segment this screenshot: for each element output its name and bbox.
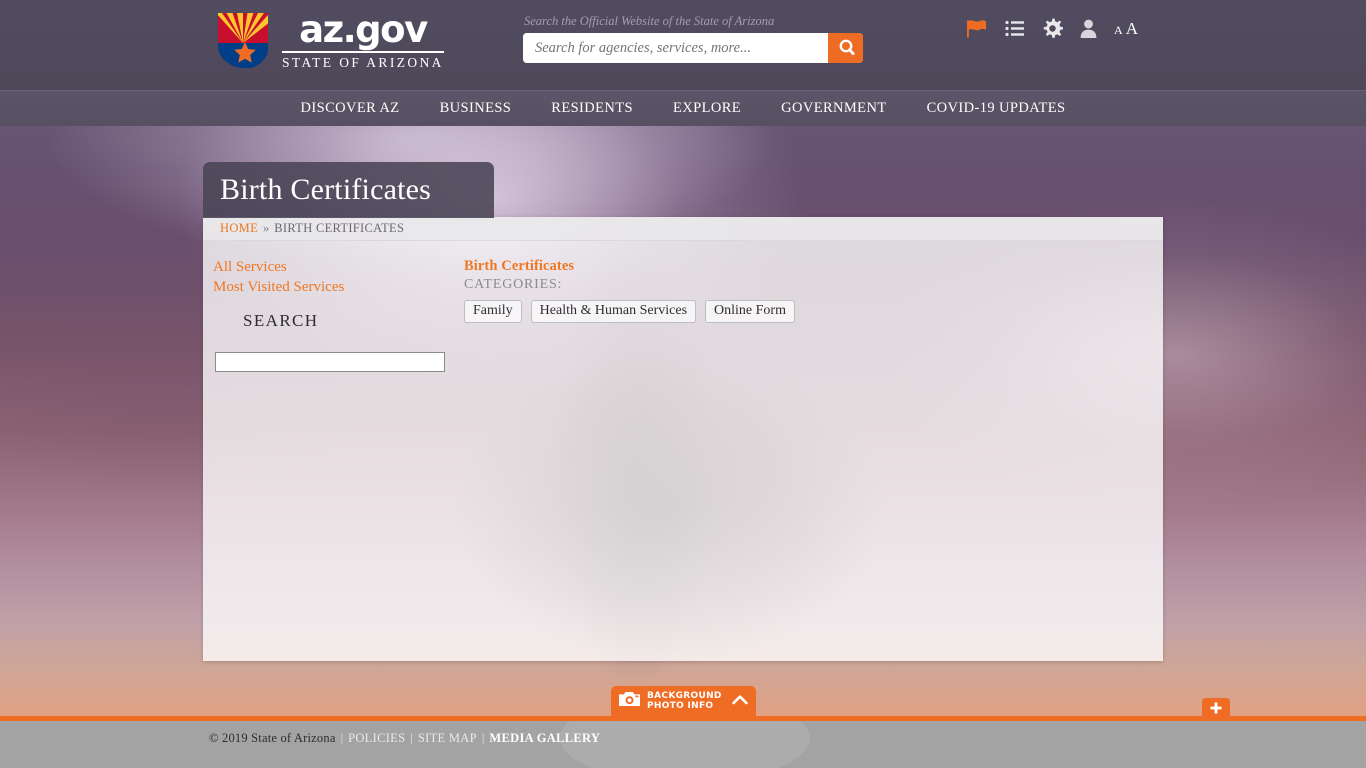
- nav-item-business[interactable]: BUSINESS: [420, 100, 532, 117]
- background-photo-info-line2: PHOTO INFO: [647, 701, 714, 711]
- footer-separator: |: [410, 731, 413, 745]
- content-panel: HOME » BIRTH CERTIFICATES All Services M…: [203, 217, 1163, 661]
- list-icon[interactable]: [1005, 20, 1025, 37]
- search-icon: [835, 37, 855, 60]
- header-search: Search the Official Website of the State…: [523, 14, 863, 63]
- page-title: Birth Certificates: [220, 173, 432, 206]
- site-logo[interactable]: az.gov STATE OF ARIZONA: [213, 9, 444, 71]
- header-utility-icons: A A: [966, 18, 1138, 39]
- footer-link-policies[interactable]: POLICIES: [348, 731, 405, 746]
- breadcrumb: HOME » BIRTH CERTIFICATES: [203, 217, 1163, 241]
- user-icon[interactable]: [1080, 19, 1097, 38]
- search-submit-button[interactable]: [828, 33, 863, 63]
- main-navigation: DISCOVER AZ BUSINESS RESIDENTS EXPLORE G…: [0, 90, 1366, 126]
- breadcrumb-separator: »: [263, 221, 270, 235]
- sidebar-item-all-services[interactable]: All Services: [212, 257, 463, 277]
- text-size-control[interactable]: A A: [1114, 19, 1138, 39]
- background-photo-info-label: BACKGROUND PHOTO INFO: [647, 691, 725, 712]
- nav-item-residents[interactable]: RESIDENTS: [531, 100, 653, 117]
- footer-link-site-map[interactable]: SITE MAP: [418, 731, 477, 746]
- chevron-up-icon[interactable]: [732, 692, 748, 710]
- breadcrumb-current: BIRTH CERTIFICATES: [274, 221, 405, 235]
- arizona-flag-icon: [213, 9, 273, 71]
- nav-item-covid-19-updates[interactable]: COVID-19 UPDATES: [907, 100, 1086, 117]
- gear-icon[interactable]: [1042, 18, 1064, 39]
- search-input[interactable]: [523, 33, 828, 63]
- nav-item-discover-az[interactable]: DISCOVER AZ: [281, 100, 420, 117]
- categories-label: CATEGORIES:: [464, 277, 563, 292]
- category-tag-online-form[interactable]: Online Form: [705, 300, 795, 323]
- service-title-link[interactable]: Birth Certificates: [464, 258, 574, 275]
- site-footer: © 2019 State of Arizona | POLICIES | SIT…: [0, 716, 1366, 768]
- logo-divider: [282, 50, 444, 53]
- sidebar-search-heading: SEARCH: [243, 311, 319, 330]
- breadcrumb-home-link[interactable]: HOME: [220, 221, 258, 236]
- main-content: Birth Certificates CATEGORIES: Family He…: [463, 257, 1163, 661]
- sidebar-item-most-visited-services[interactable]: Most Visited Services: [212, 277, 463, 297]
- site-header: az.gov STATE OF ARIZONA Search the Offic…: [0, 0, 1366, 90]
- page-title-tab: Birth Certificates: [203, 162, 494, 218]
- background-photo-info-button[interactable]: BACKGROUND PHOTO INFO: [611, 686, 756, 716]
- background-photo-info-line1: BACKGROUND: [647, 690, 722, 701]
- category-tag-list: Family Health & Human Services Online Fo…: [464, 300, 1163, 323]
- footer-link-media-gallery[interactable]: MEDIA GALLERY: [489, 731, 600, 746]
- flag-icon[interactable]: [966, 19, 988, 39]
- footer-separator: |: [340, 731, 344, 745]
- sidebar-search-input[interactable]: [215, 352, 445, 372]
- text-size-small-button[interactable]: A: [1114, 23, 1123, 38]
- nav-item-explore[interactable]: EXPLORE: [653, 100, 761, 117]
- logo-wordmark: az.gov: [299, 7, 428, 51]
- footer-separator: |: [481, 731, 485, 745]
- logo-subtitle: STATE OF ARIZONA: [282, 54, 444, 70]
- search-tagline: Search the Official Website of the State…: [524, 14, 775, 28]
- camera-icon: [619, 691, 640, 712]
- nav-item-government[interactable]: GOVERNMENT: [761, 100, 907, 117]
- category-tag-health-human-services[interactable]: Health & Human Services: [530, 300, 697, 323]
- footer-copyright: © 2019 State of Arizona: [209, 731, 336, 745]
- text-size-large-button[interactable]: A: [1126, 19, 1138, 39]
- sidebar: All Services Most Visited Services SEARC…: [203, 257, 463, 661]
- category-tag-family[interactable]: Family: [464, 300, 522, 323]
